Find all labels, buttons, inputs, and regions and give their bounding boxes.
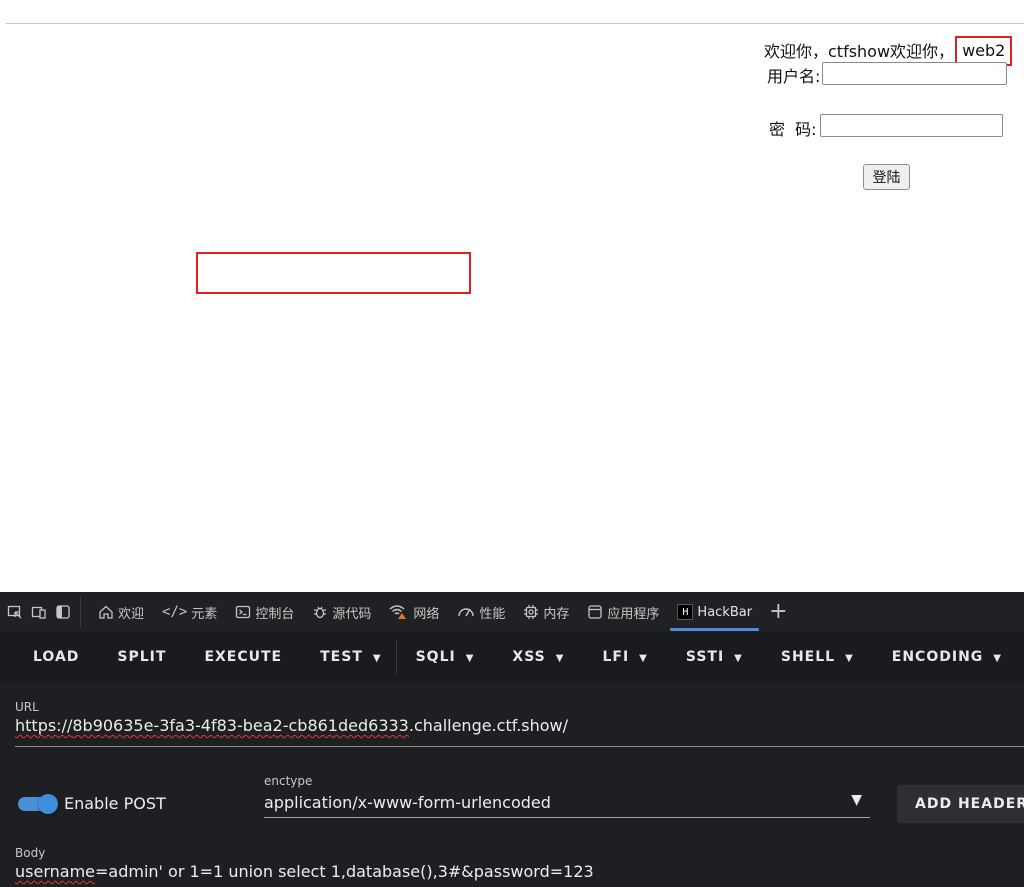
hackbar-toolbar: LOAD SPLIT EXECUTE TEST ▼ SQLI ▼ XSS ▼ LFI ▼…	[0, 632, 1024, 682]
browser-window: 欢迎你，ctfshow欢迎你， web2 用户名: 密 码: 登陆 欢迎 </>…	[0, 0, 1024, 887]
enable-post-label: Enable POST	[64, 794, 166, 813]
url-underline	[15, 746, 1024, 747]
split-button[interactable]: SPLIT	[98, 649, 185, 665]
url-suffix: .challenge.ctf.show/	[408, 716, 569, 735]
device-toggle-icon[interactable]	[30, 603, 48, 621]
caret-down-icon: ▼	[372, 653, 382, 664]
body-payload: =admin' or 1=1 union select 1,database()…	[95, 862, 511, 881]
tab-label: 性能	[479, 606, 506, 622]
encoding-label: ENCODING	[891, 649, 984, 665]
performance-icon	[458, 608, 475, 617]
tab-network[interactable]: 网络	[380, 592, 448, 632]
username-label: 用户名:	[767, 67, 821, 86]
password-label: 密 码:	[769, 120, 817, 139]
dock-side-icon[interactable]	[54, 603, 72, 621]
load-button[interactable]: LOAD	[14, 649, 98, 665]
sqli-menu[interactable]: SQLI ▼	[397, 649, 494, 665]
toggle-knob	[38, 794, 58, 814]
url-label: URL	[15, 700, 39, 714]
enctype-label: enctype	[264, 774, 313, 788]
shell-label: SHELL	[780, 649, 836, 665]
password-input[interactable]	[820, 114, 1003, 137]
welcome-prefix: 欢迎你，ctfshow欢迎你，	[764, 42, 955, 61]
tab-label: HackBar	[697, 604, 753, 620]
username-input[interactable]	[822, 62, 1007, 85]
tab-label: 控制台	[255, 606, 295, 622]
code-icon: </>	[162, 604, 188, 620]
enable-post-toggle[interactable]	[16, 794, 58, 814]
execute-button[interactable]: EXECUTE	[185, 649, 301, 665]
shell-menu[interactable]: SHELL ▼	[762, 649, 873, 665]
caret-down-icon: ▼	[845, 653, 854, 664]
tab-label: 欢迎	[118, 606, 145, 622]
tab-elements[interactable]: </> 元素	[153, 592, 226, 632]
devtools-tab-bar: 欢迎 </> 元素 控制台 源代码 网络 性能 内存 应用程序 H HackBa…	[0, 592, 1024, 632]
horizontal-rule	[6, 23, 1024, 24]
lfi-menu[interactable]: LFI ▼	[583, 649, 666, 665]
caret-down-icon: ▼	[993, 653, 1002, 664]
body-username: username	[15, 862, 95, 881]
xss-menu[interactable]: XSS ▼	[493, 649, 583, 665]
caret-down-icon: ▼	[734, 653, 743, 664]
tab-label: 源代码	[332, 606, 372, 622]
ssti-menu[interactable]: SSTI ▼	[667, 649, 762, 665]
bug-icon	[314, 606, 327, 619]
login-button[interactable]: 登陆	[863, 164, 910, 190]
tab-sources[interactable]: 源代码	[303, 592, 380, 632]
enctype-value: application/x-www-form-urlencoded	[264, 793, 551, 812]
caret-down-icon: ▼	[639, 653, 648, 664]
sqli-label: SQLI	[415, 649, 456, 665]
hackbar-icon: H	[677, 604, 694, 620]
tab-welcome[interactable]: 欢迎	[89, 592, 153, 632]
encoding-menu[interactable]: ENCODING ▼	[873, 649, 1021, 665]
tab-label: 元素	[191, 606, 218, 622]
url-input[interactable]: https://8b90635e-3fa3-4f83-bea2-cb861ded…	[15, 716, 568, 735]
caret-down-icon: ▼	[851, 792, 862, 808]
xss-label: XSS	[512, 649, 546, 665]
test-menu[interactable]: TEST ▼	[301, 649, 400, 665]
add-tab-icon[interactable]: +	[761, 592, 795, 632]
wifi-warning-icon	[389, 605, 407, 619]
console-icon	[236, 605, 251, 619]
test-label: TEST	[320, 649, 363, 665]
tab-separator	[80, 597, 81, 627]
devtools-panel: 欢迎 </> 元素 控制台 源代码 网络 性能 内存 应用程序 H HackBa…	[0, 592, 1024, 887]
ssti-label: SSTI	[685, 649, 725, 665]
body-rest: word=123	[510, 862, 594, 881]
tab-application[interactable]: 应用程序	[578, 592, 668, 632]
hackbar-main: URL https://8b90635e-3fa3-4f83-bea2-cb86…	[0, 682, 1024, 887]
web-page: 欢迎你，ctfshow欢迎你， web2 用户名: 密 码: 登陆	[0, 0, 1024, 592]
tab-console[interactable]: 控制台	[226, 592, 303, 632]
add-header-button[interactable]: ADD HEADER	[897, 785, 1024, 823]
url-prefix: https://	[15, 716, 73, 735]
body-input[interactable]: username=admin' or 1=1 union select 1,da…	[15, 862, 594, 881]
tab-hackbar[interactable]: H HackBar	[668, 592, 761, 632]
tab-label: 内存	[543, 606, 570, 622]
application-icon	[588, 605, 603, 619]
tab-memory[interactable]: 内存	[514, 592, 578, 632]
memory-icon	[524, 605, 539, 619]
tab-performance[interactable]: 性能	[448, 592, 514, 632]
caret-down-icon: ▼	[555, 653, 565, 664]
body-label: Body	[15, 846, 46, 860]
url-host-id: 8b90635e-3fa3-4f83-bea2-cb861ded6333	[72, 716, 409, 735]
inspect-element-icon[interactable]	[6, 603, 24, 621]
tab-label: 应用程序	[607, 606, 660, 622]
enctype-select[interactable]: application/x-www-form-urlencoded ▼	[264, 792, 870, 818]
home-icon	[99, 605, 113, 619]
tab-label: 网络	[413, 606, 440, 622]
caret-down-icon: ▼	[465, 653, 475, 664]
lfi-label: LFI	[602, 649, 630, 665]
